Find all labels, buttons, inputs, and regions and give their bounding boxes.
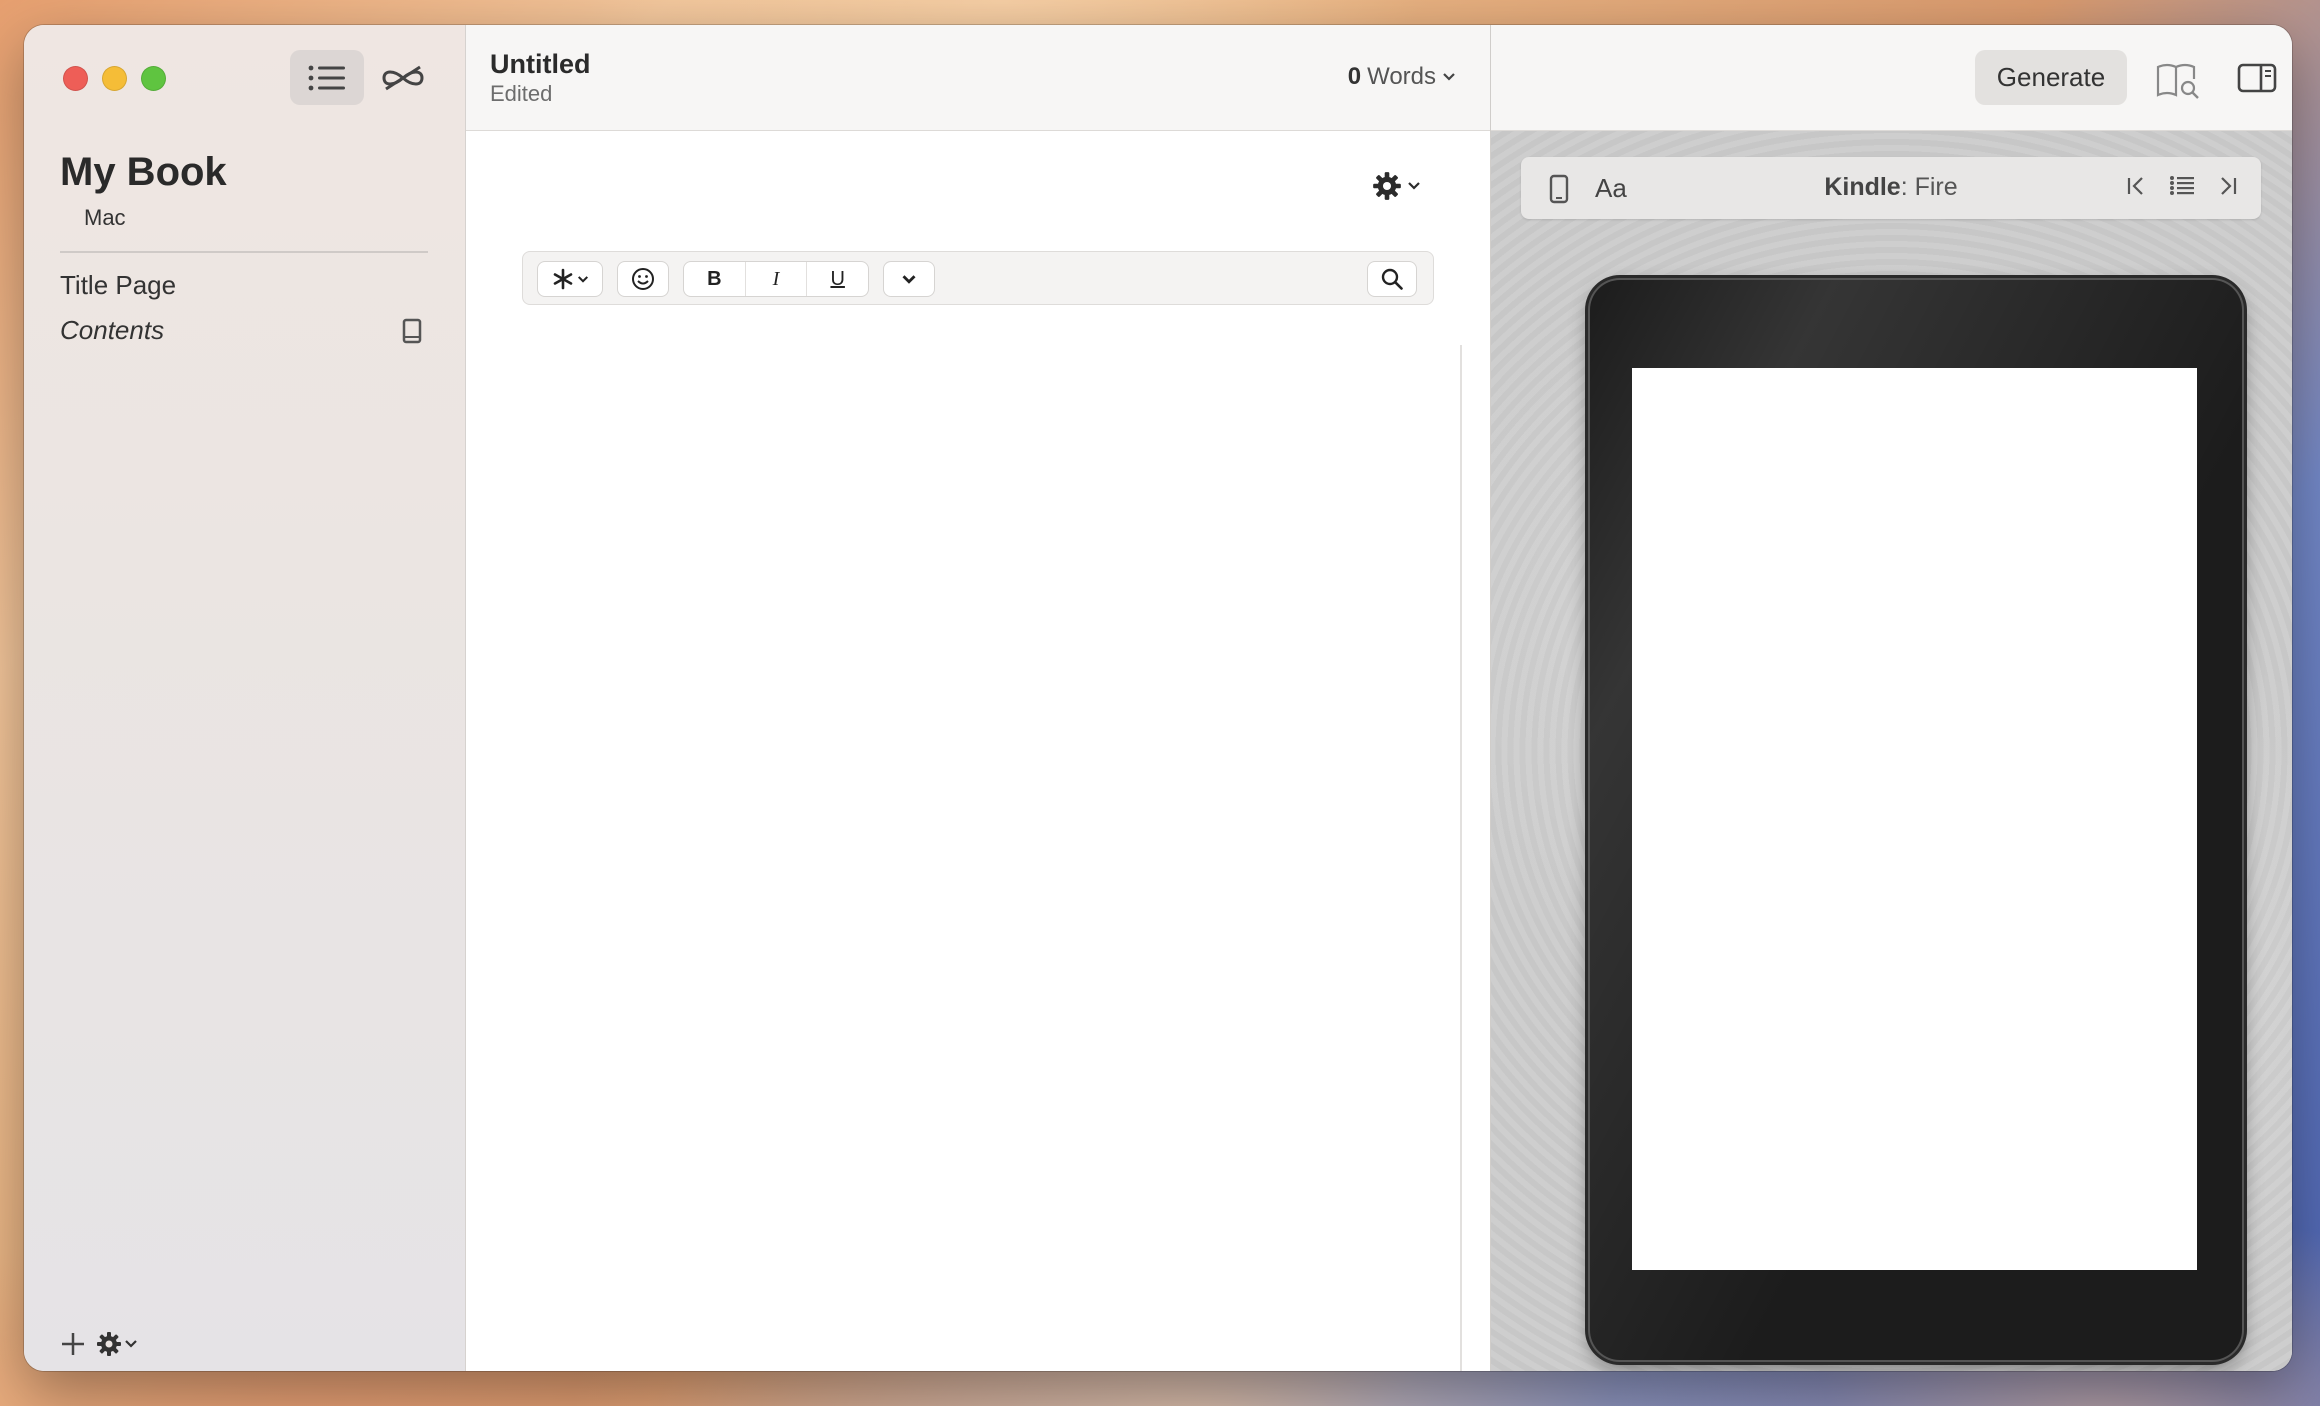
book-title: My Book: [60, 150, 227, 194]
italic-button[interactable]: I: [746, 262, 808, 296]
device-model: : Fire: [1900, 173, 1958, 201]
text-style-group: B I U: [683, 261, 869, 297]
kindle-screen-preview[interactable]: [1632, 368, 2197, 1270]
minimize-button[interactable]: [102, 66, 127, 91]
book-preview-button[interactable]: [2155, 61, 2201, 99]
zoom-button[interactable]: [141, 66, 166, 91]
book-search-icon: [2156, 63, 2199, 99]
word-count-label: Words: [1367, 63, 1436, 90]
sidebar-right-toggle[interactable]: [2237, 63, 2277, 93]
chevron-down-icon: [902, 274, 916, 284]
close-button[interactable]: [63, 66, 88, 91]
word-count-value: 0: [1347, 63, 1362, 90]
sidebar-divider: [60, 251, 428, 253]
smiley-icon: [632, 268, 654, 290]
kindle-device-frame: [1590, 280, 2242, 1360]
gear-icon: [1373, 172, 1401, 200]
unlink-icon: [382, 65, 424, 91]
document-title: Untitled: [490, 49, 591, 79]
first-page-icon[interactable]: [2125, 175, 2147, 197]
chevron-down-icon: [1408, 182, 1420, 190]
device-brand: Kindle: [1824, 173, 1901, 201]
device-toolbar: Aa Kindle: Fire: [1521, 157, 2261, 219]
app-window: My Book Mac Title Page Contents Untitled…: [24, 25, 2292, 1371]
editor-header: Untitled Edited 0 Words: [466, 25, 1490, 131]
emoji-button[interactable]: [617, 261, 669, 297]
editor-settings-menu[interactable]: [1372, 171, 1422, 201]
sidebar-item-contents[interactable]: Contents: [60, 315, 164, 346]
search-icon: [1381, 268, 1403, 290]
list-view-toggle[interactable]: [290, 50, 364, 105]
sidebar-right-icon: [2237, 63, 2277, 93]
style-menu-button[interactable]: [537, 261, 603, 297]
generate-button[interactable]: Generate: [1975, 50, 2127, 105]
more-formatting-button[interactable]: [883, 261, 935, 297]
add-icon[interactable]: [60, 1331, 86, 1357]
link-toggle[interactable]: [378, 61, 428, 95]
word-count-menu[interactable]: 0 Words: [1348, 63, 1456, 91]
book-subtitle: Mac: [84, 205, 126, 230]
document-status: Edited: [490, 81, 553, 106]
chevron-down-icon: [125, 1340, 137, 1348]
format-toolbar: B I U: [522, 251, 1434, 305]
editor-pane: Untitled Edited 0 Words B I U: [466, 25, 1491, 1371]
underline-button[interactable]: U: [807, 262, 868, 296]
gear-icon: [97, 1332, 121, 1356]
window-controls: [63, 66, 166, 91]
table-of-contents-icon[interactable]: [2169, 175, 2195, 197]
sidebar-item-title-page[interactable]: Title Page: [60, 270, 176, 301]
chevron-down-icon: [577, 275, 588, 283]
search-button[interactable]: [1367, 261, 1417, 297]
editor-scrollbar[interactable]: [1460, 345, 1462, 1371]
sidebar: My Book Mac Title Page Contents: [24, 25, 466, 1371]
sidebar-bottom-toolbar: [60, 1331, 138, 1357]
sidebar-gear-menu[interactable]: [96, 1331, 138, 1357]
preview-pane: Generate Aa Kindle: Fire: [1491, 25, 2292, 1371]
page-navigation: [2125, 175, 2239, 197]
asterisk-icon: [553, 268, 572, 290]
last-page-icon[interactable]: [2217, 175, 2239, 197]
bookmark-icon[interactable]: [402, 318, 422, 344]
preview-header: Generate: [1491, 25, 2292, 131]
chevron-down-icon: [1443, 73, 1455, 81]
bold-button[interactable]: B: [684, 262, 746, 296]
list-icon: [308, 65, 345, 90]
